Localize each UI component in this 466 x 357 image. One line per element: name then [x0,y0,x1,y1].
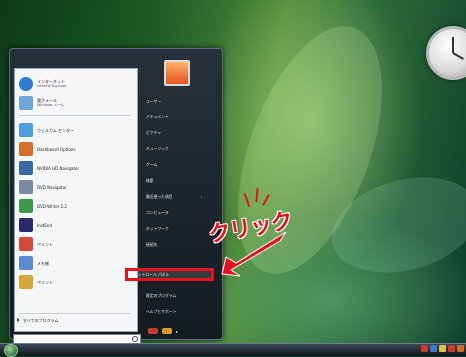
lock-button[interactable] [162,328,172,334]
user-picture[interactable] [164,60,190,86]
menu-item-documents[interactable]: ドキュメント [146,111,169,122]
menu-item-control-panel[interactable]: コントロール パネル [134,269,169,280]
pinned-item-email[interactable]: 電子メール Windows メール [19,94,64,112]
clock-hand [452,37,454,53]
recent-program-label: ウェルカム センター [37,127,75,133]
tray-icon[interactable] [457,345,464,352]
dashboard-icon [19,142,33,156]
power-button[interactable] [148,328,158,334]
recent-program-label: Dashboard Options [37,146,76,152]
start-orb-icon[interactable] [4,344,18,357]
tray-icon[interactable] [448,345,455,352]
menu-item-games[interactable]: ゲーム [146,159,157,170]
welcome-center-icon [19,123,33,137]
paint-icon [19,237,33,251]
app-icon [19,218,33,232]
menu-item-music[interactable]: ミュージック [146,143,169,154]
menu-item-network[interactable]: ネットワーク [146,223,169,234]
nvidia-icon [19,161,33,175]
recent-program-item[interactable]: DVD Navigator [19,178,67,196]
chevron-right-icon: › [200,194,203,199]
menu-item-default-programs[interactable]: 既定のプログラム [146,290,176,301]
menu-item-recent[interactable]: 最近使った項目 › [146,191,202,202]
recent-program-item[interactable]: DVD-Writer 2.2 [19,197,67,215]
recent-program-label: NVIDIA HD Navigator [37,165,80,171]
taskbar [0,343,466,356]
menu-item-recent-label: 最近使った項目 [146,194,173,199]
ie-icon [19,77,33,91]
tray-icon[interactable] [430,345,437,352]
pinned-item-internet[interactable]: インターネット Internet Explorer [19,75,67,93]
notepad-icon [19,256,33,270]
recent-program-item[interactable]: ペイント [19,273,53,291]
all-programs-button[interactable]: すべてのプログラム [17,318,58,324]
clock-hand [452,52,464,60]
recent-program-item[interactable]: ウェルカム センター [19,121,74,139]
search-icon [132,336,138,342]
arrow-right-icon [17,318,20,322]
system-tray [421,345,464,353]
recent-program-label: DVD Navigator [37,184,67,190]
recent-program-label: メモ帳 [37,260,49,266]
mail-icon [19,96,33,110]
all-programs-label: すべてのプログラム [23,318,59,323]
recent-program-item[interactable]: メモ帳 [19,254,49,272]
recent-program-label: DVD-Writer 2.2 [37,203,67,209]
recent-program-item[interactable]: InstEnd [19,216,52,234]
recent-program-label: InstEnd [37,222,52,228]
tray-icon[interactable] [421,345,428,352]
menu-separator [19,115,131,116]
menu-item-help[interactable]: ヘルプとサポート [146,306,176,317]
pinned-item-sublabel: Windows メール [37,103,65,107]
menu-separator [19,313,131,314]
menu-item-connect-to[interactable]: 接続先 [146,239,157,250]
power-options-arrow-icon[interactable]: ▸ [176,329,178,334]
recent-program-item[interactable]: Dashboard Options [19,140,75,158]
recent-program-item[interactable]: NVIDIA HD Navigator [19,159,79,177]
menu-item-pictures[interactable]: ピクチャ [146,127,161,138]
dvd-icon [19,180,33,194]
recent-program-item[interactable]: ペイント [19,235,53,253]
menu-item-computer[interactable]: コンピュータ [146,207,169,218]
paint2-icon [19,275,33,289]
start-menu-programs-pane: インターネット Internet Explorer 電子メール Windows … [14,68,138,332]
recent-program-label: ペイント [37,279,53,285]
pinned-item-sublabel: Internet Explorer [37,84,67,88]
menu-item-search[interactable]: 検索 [146,175,154,186]
recent-program-label: ペイント [37,241,53,247]
menu-item-user[interactable]: ユーザー [146,96,161,107]
dvd-writer-icon [19,199,33,213]
tray-icon[interactable] [439,345,446,352]
